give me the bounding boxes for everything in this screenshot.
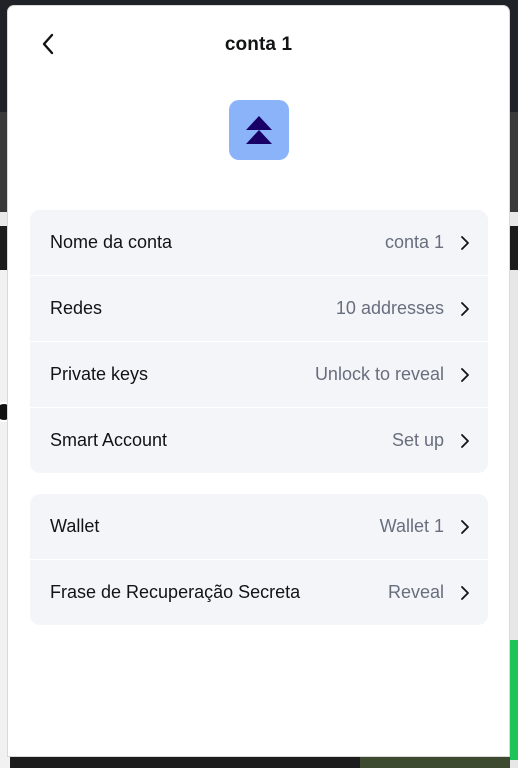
row-value: 10 addresses bbox=[335, 298, 444, 318]
account-avatar bbox=[229, 100, 289, 160]
row-account-name[interactable]: Nome da conta conta 1 bbox=[30, 210, 488, 275]
row-label: Nome da conta bbox=[50, 232, 173, 252]
row-label: Wallet bbox=[50, 516, 100, 536]
chevron-right-icon bbox=[458, 585, 472, 601]
row-value: Reveal bbox=[387, 582, 444, 602]
account-details-popup: conta 1 Nome da conta conta 1 Redes 10 a… bbox=[8, 6, 509, 756]
background-green-accent bbox=[508, 640, 518, 760]
page-title: conta 1 bbox=[224, 34, 293, 55]
row-value: Set up bbox=[391, 430, 444, 450]
row-value: Unlock to reveal bbox=[314, 364, 444, 384]
account-details-card: Nome da conta conta 1 Redes 10 addresses… bbox=[30, 210, 488, 473]
double-chevron-up-icon bbox=[246, 116, 272, 144]
chevron-right-icon bbox=[458, 235, 472, 251]
row-secret-recovery-phrase[interactable]: Frase de Recuperação Secreta Reveal bbox=[30, 559, 488, 625]
row-label: Frase de Recuperação Secreta bbox=[50, 582, 301, 602]
background-image-fragment bbox=[360, 756, 510, 768]
row-private-keys[interactable]: Private keys Unlock to reveal bbox=[30, 341, 488, 407]
row-value: conta 1 bbox=[384, 232, 444, 252]
row-label: Smart Account bbox=[50, 430, 168, 450]
row-smart-account[interactable]: Smart Account Set up bbox=[30, 407, 488, 473]
row-label: Private keys bbox=[50, 364, 149, 384]
row-value: Wallet 1 bbox=[379, 516, 444, 536]
popup-header: conta 1 bbox=[8, 6, 509, 86]
chevron-right-icon bbox=[458, 301, 472, 317]
row-label: Redes bbox=[50, 298, 103, 318]
chevron-right-icon bbox=[458, 433, 472, 449]
row-networks[interactable]: Redes 10 addresses bbox=[30, 275, 488, 341]
chevron-right-icon bbox=[458, 367, 472, 383]
row-wallet[interactable]: Wallet Wallet 1 bbox=[30, 494, 488, 559]
chevron-right-icon bbox=[458, 519, 472, 535]
wallet-details-card: Wallet Wallet 1 Frase de Recuperação Sec… bbox=[30, 494, 488, 625]
